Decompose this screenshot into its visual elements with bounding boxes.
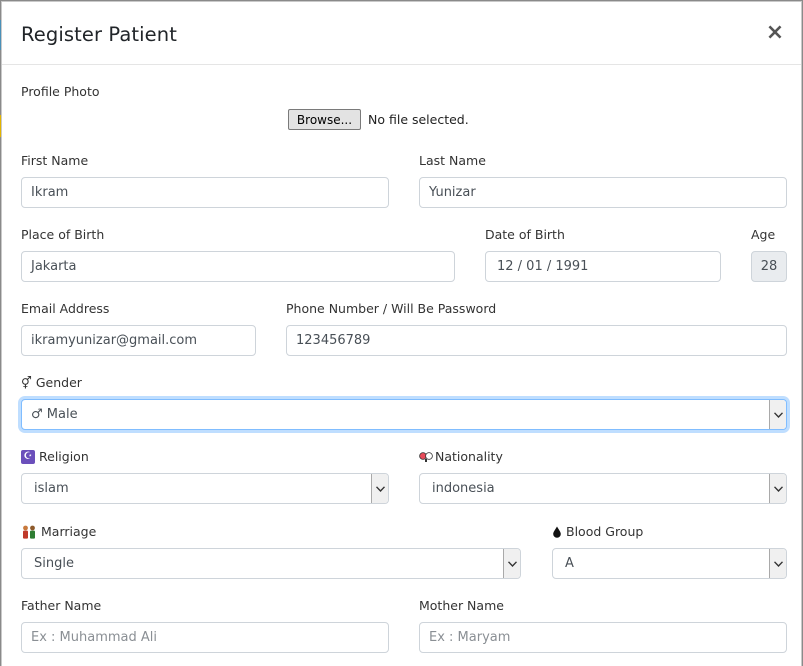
chevron-down-icon[interactable] (769, 400, 786, 429)
phone-label: Phone Number / Will Be Password (286, 301, 497, 316)
modal-header: Register Patient × (2, 2, 801, 65)
place-of-birth-input[interactable]: Jakarta (21, 251, 455, 282)
mother-name-input[interactable]: Ex : Maryam (419, 622, 787, 653)
last-name-label: Last Name (419, 153, 486, 168)
blood-drop-icon (552, 526, 562, 538)
first-name-label: First Name (21, 153, 89, 168)
gender-select[interactable]: ♂ Male (21, 399, 787, 430)
gender-icon: ⚥ (21, 375, 32, 390)
email-label: Email Address (21, 301, 110, 316)
gender-label: ⚥ Gender (21, 375, 82, 390)
gender-select-value: ♂ Male (31, 407, 78, 422)
couple-icon (21, 525, 37, 539)
file-status-text: No file selected. (368, 112, 469, 127)
date-of-birth-label: Date of Birth (485, 227, 565, 242)
last-name-input[interactable]: Yunizar (419, 177, 787, 208)
nationality-label: Nationality (419, 449, 503, 464)
profile-photo-label: Profile Photo (21, 84, 100, 99)
father-name-label: Father Name (21, 598, 102, 613)
religion-icon: ☪ (21, 449, 35, 464)
nationality-select[interactable]: indonesia (419, 473, 787, 504)
chevron-down-icon[interactable] (769, 474, 786, 503)
nationality-icon (419, 451, 433, 463)
marriage-select[interactable]: Single (21, 548, 521, 579)
date-of-birth-input[interactable]: 12 / 01 / 1991 (485, 251, 721, 282)
father-name-input[interactable]: Ex : Muhammad Ali (21, 622, 389, 653)
nationality-select-value: indonesia (432, 481, 495, 496)
register-patient-modal: Register Patient × Profile Photo Browse.… (1, 1, 802, 666)
modal-title: Register Patient (21, 23, 177, 46)
chevron-down-icon[interactable] (503, 549, 520, 578)
religion-select[interactable]: islam (21, 473, 389, 504)
email-input[interactable]: ikramyunizar@gmail.com (21, 325, 256, 356)
age-field: 28 (751, 251, 787, 282)
chevron-down-icon[interactable] (371, 474, 388, 503)
mother-name-label: Mother Name (419, 598, 504, 613)
age-label: Age (751, 227, 776, 242)
phone-input[interactable]: 123456789 (286, 325, 787, 356)
close-button[interactable]: × (765, 20, 785, 46)
blood-group-label: Blood Group (552, 524, 643, 539)
religion-select-value: islam (34, 481, 69, 496)
place-of-birth-label: Place of Birth (21, 227, 105, 242)
religion-label: ☪ Religion (21, 449, 89, 464)
first-name-input[interactable]: Ikram (21, 177, 389, 208)
browse-button[interactable]: Browse... (288, 109, 361, 130)
chevron-down-icon[interactable] (769, 549, 786, 578)
blood-group-select-value: A (565, 556, 574, 571)
marriage-label: Marriage (21, 524, 96, 539)
blood-group-select[interactable]: A (552, 548, 787, 579)
marriage-select-value: Single (34, 556, 74, 571)
